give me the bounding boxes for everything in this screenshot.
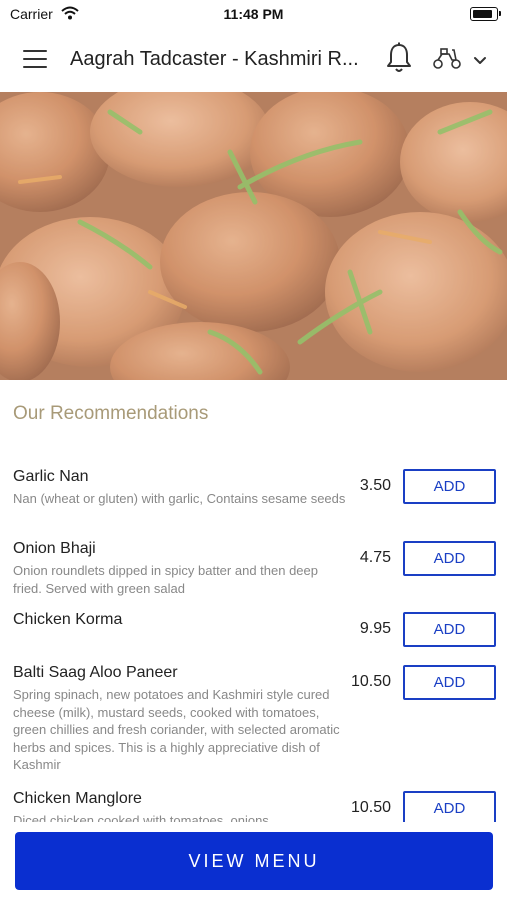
chevron-down-icon[interactable] xyxy=(473,53,487,71)
item-description: Spring spinach, new potatoes and Kashmir… xyxy=(13,687,340,772)
bell-icon[interactable] xyxy=(386,42,412,79)
hero-overlay xyxy=(0,92,507,380)
item-name: Chicken Korma xyxy=(13,611,123,628)
item-name: Garlic Nan xyxy=(13,468,89,485)
item-price: 3.50 xyxy=(359,477,391,494)
hamburger-menu-icon[interactable] xyxy=(23,50,47,68)
section-title: Our Recommendations xyxy=(13,403,209,424)
scooter-icon[interactable] xyxy=(432,46,462,75)
add-button[interactable]: ADD xyxy=(403,612,496,647)
view-menu-button[interactable]: VIEW MENU xyxy=(15,832,493,890)
item-description: Nan (wheat or gluten) with garlic, Conta… xyxy=(13,491,346,506)
add-button[interactable]: ADD xyxy=(403,665,496,700)
item-description: Diced chicken cooked with tomatoes, onio… xyxy=(13,813,269,822)
item-price: 4.75 xyxy=(359,549,391,566)
item-name: Onion Bhaji xyxy=(13,540,96,557)
add-button[interactable]: ADD xyxy=(403,469,496,504)
status-bar: Carrier 11:48 PM xyxy=(0,0,507,28)
item-name: Chicken Manglore xyxy=(13,790,142,807)
recommendations-list: Garlic Nan Nan (wheat or gluten) with ga… xyxy=(0,462,507,822)
add-button[interactable]: ADD xyxy=(403,791,496,822)
add-button[interactable]: ADD xyxy=(403,541,496,576)
hero-food-image xyxy=(0,92,507,380)
clock: 11:48 PM xyxy=(223,6,284,22)
item-description: Onion roundlets dipped in spicy batter a… xyxy=(13,563,318,596)
item-name: Balti Saag Aloo Paneer xyxy=(13,664,178,681)
item-price: 10.50 xyxy=(350,799,391,816)
app-header: Aagrah Tadcaster - Kashmiri R... xyxy=(0,28,507,90)
item-price: 9.95 xyxy=(359,620,391,637)
item-price: 10.50 xyxy=(350,673,391,690)
restaurant-title: Aagrah Tadcaster - Kashmiri R... xyxy=(70,48,359,70)
battery-icon xyxy=(470,7,501,21)
